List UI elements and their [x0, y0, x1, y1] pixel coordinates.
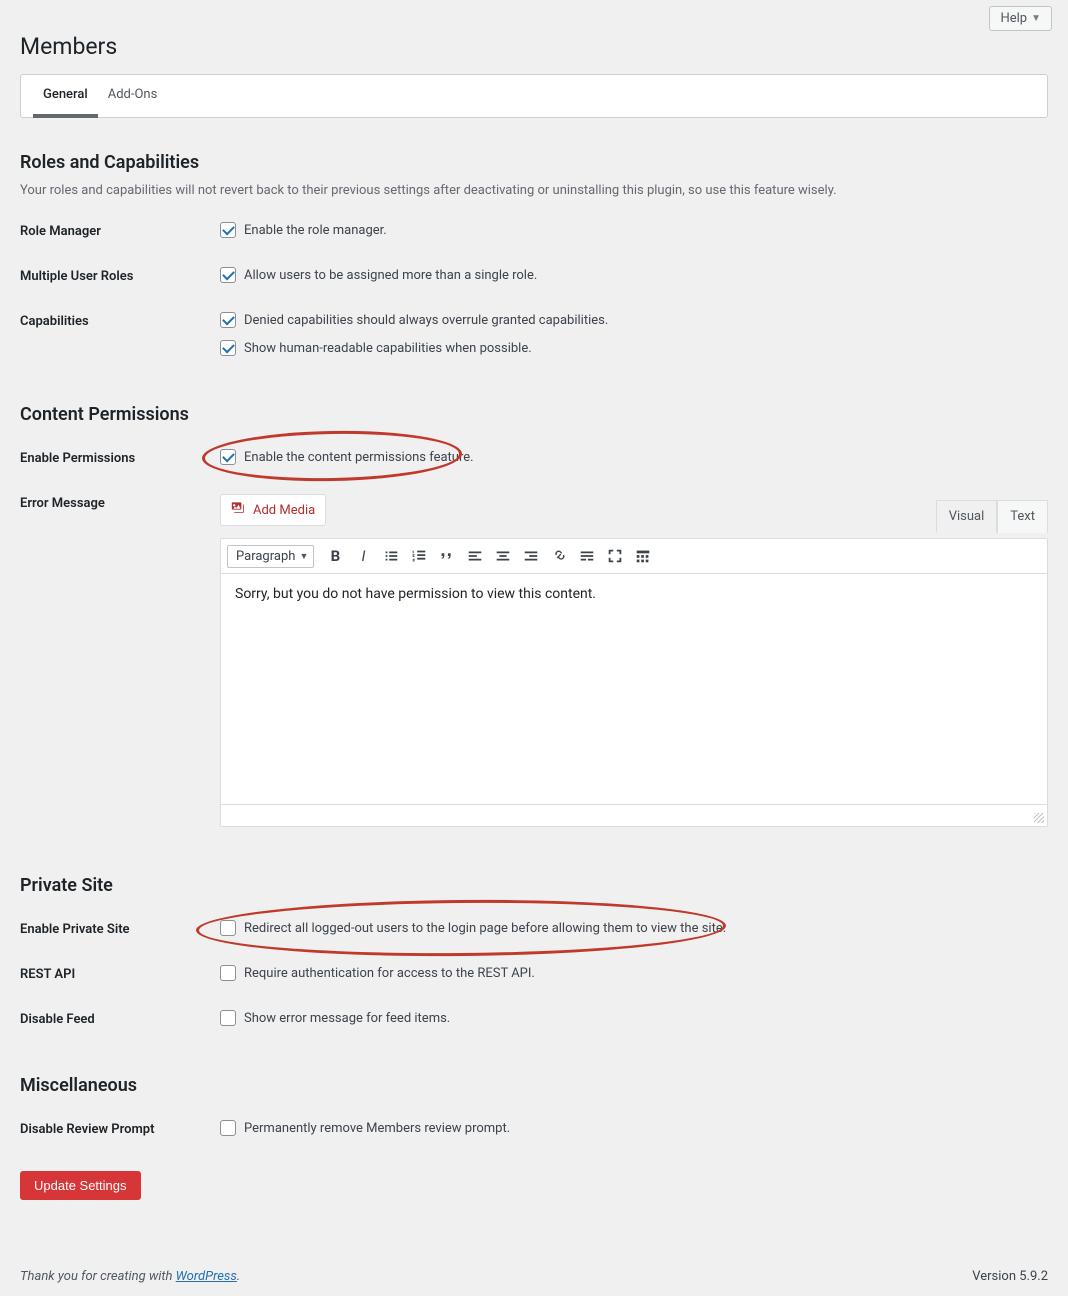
chevron-down-icon: ▼ — [1031, 13, 1041, 24]
enable-permissions-check-label: Enable the content permissions feature. — [244, 450, 474, 465]
capabilities-label: Capabilities — [20, 312, 220, 329]
section-private-heading: Private Site — [20, 875, 1048, 896]
multiple-roles-check-label: Allow users to be assigned more than a s… — [244, 268, 537, 283]
align-right-button[interactable] — [518, 543, 544, 569]
update-settings-button[interactable]: Update Settings — [20, 1171, 141, 1200]
number-list-button[interactable] — [406, 543, 432, 569]
enable-private-label: Enable Private Site — [20, 920, 220, 937]
denied-caps-check-label: Denied capabilities should always overru… — [244, 313, 608, 328]
disable-feed-checkbox[interactable] — [220, 1010, 236, 1026]
editor-tab-text[interactable]: Text — [997, 500, 1048, 533]
human-caps-check-label: Show human-readable capabilities when po… — [244, 341, 532, 356]
editor-content[interactable]: Sorry, but you do not have permission to… — [221, 574, 1047, 804]
error-message-label: Error Message — [20, 494, 220, 511]
wordpress-link[interactable]: WordPress — [176, 1269, 237, 1284]
bullet-list-button[interactable] — [378, 543, 404, 569]
section-content-heading: Content Permissions — [20, 404, 1048, 425]
role-manager-label: Role Manager — [20, 222, 220, 239]
help-button[interactable]: Help ▼ — [989, 6, 1052, 31]
section-roles-desc: Your roles and capabilities will not rev… — [20, 183, 1048, 198]
toolbar-toggle-button[interactable] — [630, 543, 656, 569]
quote-button[interactable] — [434, 543, 460, 569]
disable-review-check-label: Permanently remove Members review prompt… — [244, 1121, 510, 1136]
fullscreen-button[interactable] — [602, 543, 628, 569]
rest-api-check-label: Require authentication for access to the… — [244, 966, 535, 981]
section-roles-heading: Roles and Capabilities — [20, 152, 1048, 173]
more-button[interactable] — [574, 543, 600, 569]
version-text: Version 5.9.2 — [972, 1269, 1048, 1284]
editor-tab-visual[interactable]: Visual — [936, 500, 998, 533]
enable-private-checkbox[interactable] — [220, 920, 236, 936]
multiple-roles-checkbox[interactable] — [220, 267, 236, 283]
enable-permissions-checkbox[interactable] — [220, 449, 236, 465]
denied-caps-checkbox[interactable] — [220, 312, 236, 328]
disable-review-label: Disable Review Prompt — [20, 1120, 220, 1137]
tab-addons[interactable]: Add-Ons — [98, 75, 168, 118]
page-title: Members — [20, 33, 1048, 60]
role-manager-checkbox[interactable] — [220, 222, 236, 238]
add-media-button[interactable]: Add Media — [220, 494, 326, 526]
add-media-label: Add Media — [253, 503, 315, 518]
media-icon — [231, 500, 247, 520]
format-select-value: Paragraph — [236, 549, 295, 564]
disable-feed-label: Disable Feed — [20, 1010, 220, 1027]
disable-review-checkbox[interactable] — [220, 1120, 236, 1136]
role-manager-check-label: Enable the role manager. — [244, 223, 387, 238]
enable-permissions-label: Enable Permissions — [20, 449, 220, 466]
human-caps-checkbox[interactable] — [220, 340, 236, 356]
section-misc-heading: Miscellaneous — [20, 1075, 1048, 1096]
align-left-button[interactable] — [462, 543, 488, 569]
settings-tabs: General Add-Ons — [20, 74, 1048, 118]
link-button[interactable] — [546, 543, 572, 569]
italic-button[interactable]: I — [350, 543, 376, 569]
footer-credit: Thank you for creating with WordPress. — [20, 1269, 240, 1284]
help-label: Help — [1000, 11, 1027, 26]
disable-feed-check-label: Show error message for feed items. — [244, 1011, 450, 1026]
enable-private-check-label: Redirect all logged-out users to the log… — [244, 921, 726, 936]
rest-api-label: REST API — [20, 965, 220, 982]
format-select[interactable]: Paragraph — [227, 545, 314, 568]
multiple-roles-label: Multiple User Roles — [20, 267, 220, 284]
bold-button[interactable]: B — [322, 543, 348, 569]
align-center-button[interactable] — [490, 543, 516, 569]
editor-resize-handle[interactable] — [221, 804, 1047, 826]
rest-api-checkbox[interactable] — [220, 965, 236, 981]
editor-toolbar: Paragraph B I — [221, 539, 1047, 574]
tab-general[interactable]: General — [33, 75, 98, 118]
error-message-editor: Paragraph B I Sorry, but you do not have… — [220, 538, 1048, 827]
